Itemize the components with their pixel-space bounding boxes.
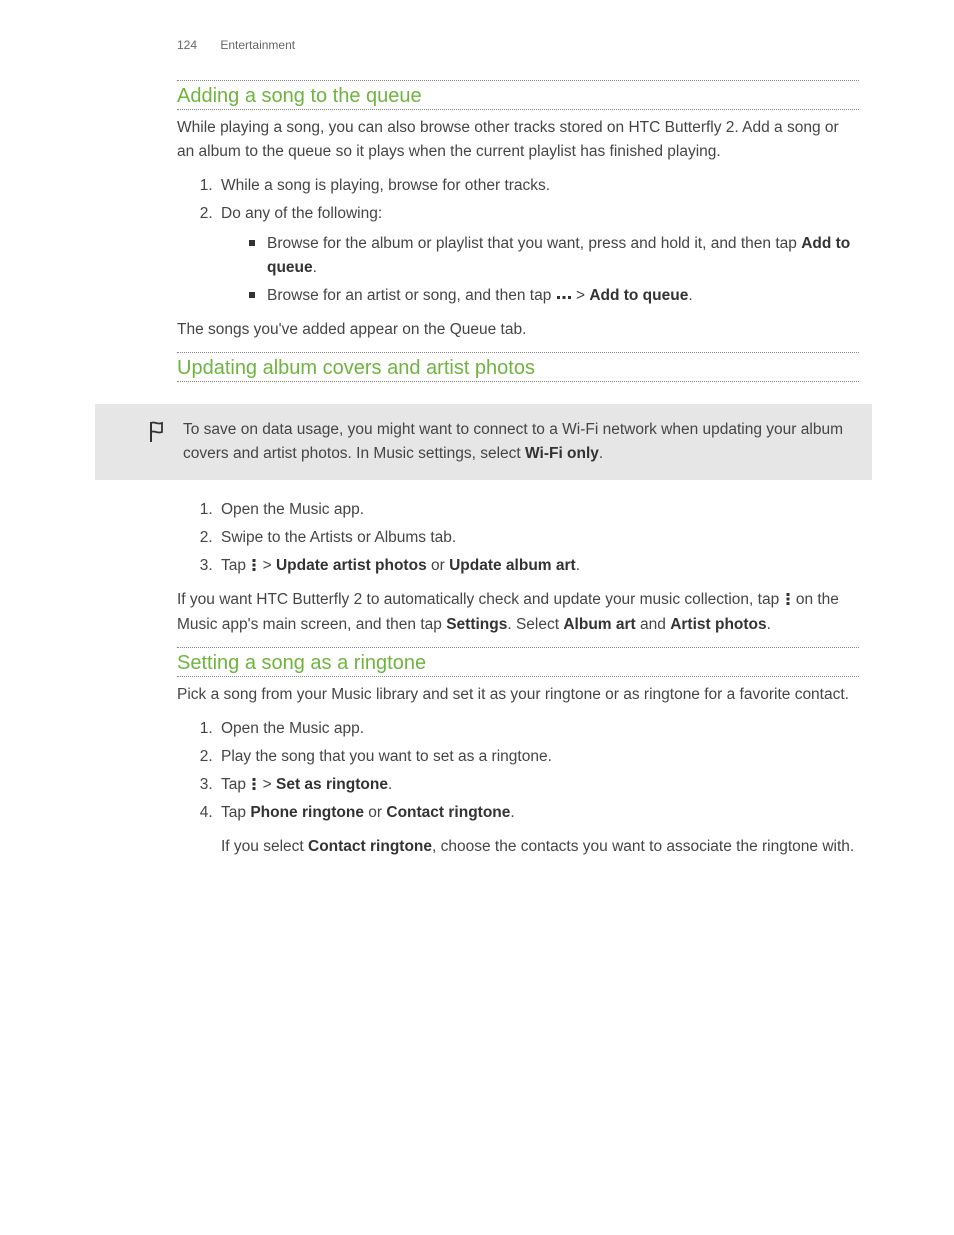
section-divider <box>177 80 859 81</box>
text: Tap <box>221 557 250 574</box>
text: . <box>767 616 771 633</box>
flag-icon <box>147 420 167 444</box>
text: . <box>599 445 603 462</box>
step-text: Swipe to the Artists or Albums tab. <box>221 529 456 546</box>
list-item: Play the song that you want to set as a … <box>217 745 859 769</box>
list-item: Open the Music app. <box>217 717 859 741</box>
spacer <box>177 388 859 404</box>
bold-text: Contact ringtone <box>308 838 432 855</box>
section-divider <box>177 352 859 353</box>
text: and <box>636 616 670 633</box>
list-item: Open the Music app. <box>217 498 859 522</box>
text: To save on data usage, you might want to… <box>183 421 843 462</box>
text: If you want HTC Butterfly 2 to automatic… <box>177 592 784 609</box>
text: Browse for an artist or song, and then t… <box>267 287 556 304</box>
text: > <box>258 776 276 793</box>
list-item: Do any of the following: Browse for the … <box>217 202 859 308</box>
paragraph: Pick a song from your Music library and … <box>177 683 859 707</box>
bold-text: Update album art <box>449 557 576 574</box>
text: Tap <box>221 804 250 821</box>
text: > <box>572 287 590 304</box>
step-note: If you select Contact ringtone, choose t… <box>221 835 859 859</box>
step-text: Play the song that you want to set as a … <box>221 748 552 765</box>
section-title-ringtone: Setting a song as a ringtone <box>177 652 859 677</box>
step-text: Do any of the following: <box>221 205 382 222</box>
text: Browse for the album or playlist that yo… <box>267 235 801 252</box>
section-divider <box>177 647 859 648</box>
callout-text: To save on data usage, you might want to… <box>183 418 852 466</box>
bullet-list: Browse for the album or playlist that yo… <box>221 232 859 308</box>
text: . Select <box>507 616 563 633</box>
bold-text: Contact ringtone <box>386 804 510 821</box>
text: Tap <box>221 776 250 793</box>
text: If you select <box>221 838 308 855</box>
bold-text: Update artist photos <box>276 557 427 574</box>
list-item: While a song is playing, browse for othe… <box>217 174 859 198</box>
section-title-updating-covers: Updating album covers and artist photos <box>177 357 859 382</box>
list-item: Tap > Set as ringtone. <box>217 773 859 797</box>
ordered-steps: While a song is playing, browse for othe… <box>177 174 859 308</box>
text: . <box>313 259 317 276</box>
step-text: While a song is playing, browse for othe… <box>221 177 550 194</box>
more-vertical-icon <box>784 588 792 612</box>
list-item: Swipe to the Artists or Albums tab. <box>217 526 859 550</box>
bold-text: Set as ringtone <box>276 776 388 793</box>
bold-text: Settings <box>446 616 507 633</box>
page-content: Adding a song to the queue While playing… <box>95 80 859 859</box>
bold-text: Artist photos <box>670 616 766 633</box>
callout-note: To save on data usage, you might want to… <box>95 404 872 480</box>
paragraph: If you want HTC Butterfly 2 to automatic… <box>177 588 859 636</box>
page-header: 124 Entertainment <box>95 38 859 52</box>
text: , choose the contacts you want to associ… <box>432 838 854 855</box>
step-text: Open the Music app. <box>221 720 364 737</box>
more-horizontal-icon <box>556 284 572 308</box>
list-item: Browse for the album or playlist that yo… <box>249 232 859 280</box>
text: or <box>427 557 449 574</box>
page-number: 124 <box>177 38 197 52</box>
text: . <box>688 287 692 304</box>
section-title-adding-song: Adding a song to the queue <box>177 85 859 110</box>
text: > <box>258 557 276 574</box>
spacer <box>177 480 859 492</box>
page: 124 Entertainment Adding a song to the q… <box>0 0 954 1235</box>
bold-text: Phone ringtone <box>250 804 364 821</box>
ordered-steps: Open the Music app. Play the song that y… <box>177 717 859 859</box>
step-text: Open the Music app. <box>221 501 364 518</box>
list-item: Browse for an artist or song, and then t… <box>249 284 859 308</box>
bold-text: Album art <box>563 616 635 633</box>
bold-text: Add to queue <box>589 287 688 304</box>
text: . <box>388 776 392 793</box>
list-item: Tap > Update artist photos or Update alb… <box>217 554 859 578</box>
bold-text: Wi-Fi only <box>525 445 599 462</box>
text: . <box>576 557 580 574</box>
text: or <box>364 804 386 821</box>
ordered-steps: Open the Music app. Swipe to the Artists… <box>177 498 859 578</box>
text: . <box>510 804 514 821</box>
list-item: Tap Phone ringtone or Contact ringtone. … <box>217 801 859 859</box>
chapter-name: Entertainment <box>220 38 295 52</box>
paragraph: While playing a song, you can also brows… <box>177 116 859 164</box>
paragraph: The songs you've added appear on the Que… <box>177 318 859 342</box>
